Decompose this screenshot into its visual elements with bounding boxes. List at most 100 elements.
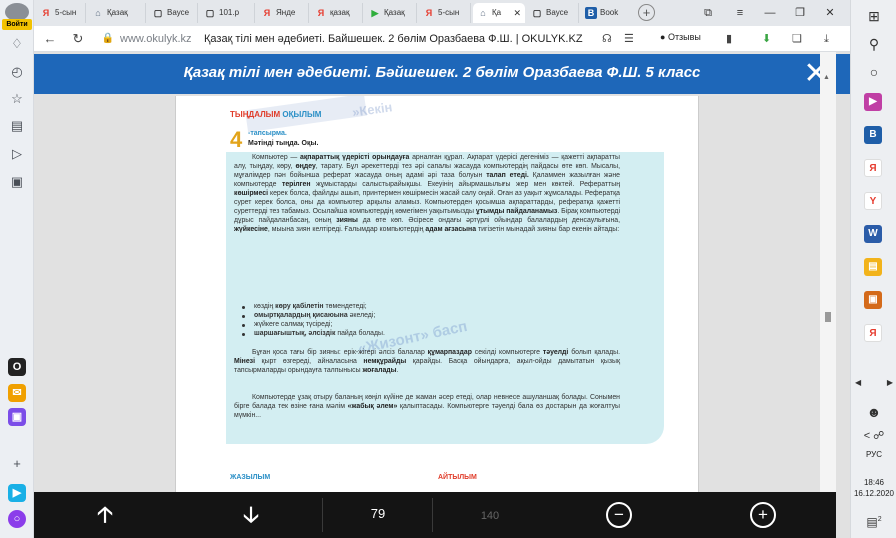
page-scrollbar[interactable]: ▲ bbox=[820, 52, 836, 492]
windows-start-icon[interactable]: ⊞ bbox=[863, 6, 885, 26]
back-icon[interactable]: ← bbox=[42, 31, 58, 47]
twitch-icon[interactable]: ▣ bbox=[8, 408, 26, 426]
url-domain[interactable]: www.okulyk.kz bbox=[120, 33, 192, 45]
page-title[interactable]: Қазақ тілі мен әдебиеті. Байшешек. 2 бөл… bbox=[204, 33, 583, 45]
zoom-out-icon[interactable]: − bbox=[606, 502, 632, 528]
tabs-list-icon[interactable]: ⧉ bbox=[700, 5, 716, 21]
apps-icon[interactable]: ▣ bbox=[8, 173, 26, 191]
language-indicator[interactable]: РУС bbox=[851, 450, 896, 459]
close-window-icon[interactable]: ✕ bbox=[822, 5, 838, 21]
tab-0[interactable]: Я 5-сын bbox=[36, 3, 86, 23]
book-page: ТЫҢДАЛЫМ ОҚЫЛЫМ »Кекін 4 -тапсырма. Мәті… bbox=[175, 96, 699, 538]
viewer-area: Қазақ тілі мен әдебиеті. Бәйшешек. 2 бөл… bbox=[34, 52, 850, 538]
page-icon: ▢ bbox=[153, 8, 163, 18]
media-icon[interactable]: ▶ bbox=[8, 484, 26, 502]
paragraph-1: Компьютер — ақпараттық үдерісті орындауғ… bbox=[234, 154, 621, 233]
cortana-icon[interactable]: ○ bbox=[863, 62, 885, 82]
okulyk-icon: ⌂ bbox=[95, 8, 101, 18]
yandex-browser-icon[interactable]: Я bbox=[864, 159, 882, 177]
collections-icon[interactable]: ❏ bbox=[792, 31, 802, 47]
download-arrow-icon[interactable]: ⬇ bbox=[762, 31, 771, 47]
current-page-input[interactable]: 79 bbox=[364, 506, 392, 521]
tab-3[interactable]: ▢ 101.р bbox=[200, 3, 255, 23]
tab-bar: Я 5-сын ⌂ Қазақ ▢ Ваусе ▢ 101.р Я Янде Яқазақ… bbox=[34, 0, 850, 26]
clock-time[interactable]: 18:46 bbox=[851, 478, 896, 487]
clock-icon[interactable]: ◴ bbox=[8, 63, 26, 81]
next-page-arrow-icon[interactable]: 🡣 bbox=[236, 500, 266, 530]
reading-text-panel: Компьютер — ақпараттық үдерісті орындауғ… bbox=[226, 152, 664, 444]
speech-bubble-icon: ● bbox=[660, 32, 668, 42]
media-player-icon[interactable]: ▶ bbox=[864, 93, 882, 111]
tab-1[interactable]: ⌂ Қазақ bbox=[88, 3, 146, 23]
tray-expand-icon[interactable]: < ☍ bbox=[863, 426, 885, 446]
tab-5[interactable]: Яқазақ bbox=[311, 3, 363, 23]
star-icon[interactable]: ☆ bbox=[8, 90, 26, 108]
writing-section-title: ЖАЗЫЛЫМ bbox=[230, 474, 271, 481]
viewer-title: Қазақ тілі мен әдебиеті. Бәйшешек. 2 бөл… bbox=[183, 64, 701, 81]
notes-icon[interactable]: ▤ bbox=[8, 117, 26, 135]
scroll-up-icon[interactable]: ▲ bbox=[823, 74, 830, 81]
plus-icon[interactable]: + bbox=[8, 455, 26, 473]
tab-4[interactable]: Я Янде bbox=[257, 3, 309, 23]
word-icon[interactable]: W bbox=[864, 225, 882, 243]
browser-b-icon[interactable]: B bbox=[864, 126, 882, 144]
speaking-section-title: АЙТЫЛЫМ bbox=[438, 474, 477, 481]
play-icon: ▶ bbox=[371, 8, 379, 18]
tab-8-active[interactable]: ⌂ Қа ✕ bbox=[473, 3, 525, 23]
clock-date[interactable]: 16.12.2020 bbox=[851, 489, 896, 498]
search-icon[interactable]: ⚲ bbox=[863, 34, 885, 54]
task-number: 4 bbox=[230, 127, 243, 152]
store-icon[interactable]: ▣ bbox=[864, 291, 882, 309]
tab-6[interactable]: ▶ Қазақ bbox=[365, 3, 417, 23]
bullet-item: көздің көру қабілетін төмендетеді; bbox=[234, 303, 534, 312]
login-button[interactable]: Войти bbox=[2, 19, 32, 30]
paragraph-2: Бұған қоса тағы бір зияны: ерік-жігері ә… bbox=[234, 349, 620, 374]
downloads-icon[interactable]: ⤓ bbox=[824, 31, 829, 47]
yandex-icon: Я bbox=[317, 8, 325, 18]
prev-page-arrow-icon[interactable]: 🡡 bbox=[90, 500, 120, 530]
yandex-app-icon[interactable]: Я bbox=[864, 324, 882, 342]
people-icon[interactable]: ☻ bbox=[863, 402, 885, 422]
pagination-bar: 🡡 🡣 79 140 − + bbox=[34, 492, 836, 538]
scroll-thumb[interactable] bbox=[825, 312, 831, 322]
task-instruction: Мәтінді тыңда. Оқы. bbox=[248, 140, 319, 147]
notifications-icon[interactable]: ▤2 bbox=[863, 510, 885, 530]
yandex-icon: Я bbox=[263, 8, 271, 18]
yandex-icon: Я bbox=[42, 8, 50, 18]
total-pages: 140 bbox=[480, 510, 500, 522]
tab-10[interactable]: B Book bbox=[581, 3, 633, 23]
viewer-header: Қазақ тілі мен әдебиеті. Бәйшешек. 2 бөл… bbox=[34, 54, 850, 94]
tab-2[interactable]: ▢ Ваусе bbox=[148, 3, 198, 23]
play-icon[interactable]: ▷ bbox=[8, 145, 26, 163]
page-icon: ▢ bbox=[532, 8, 542, 18]
odnoklassniki-icon[interactable]: O bbox=[8, 358, 26, 376]
bookmark-icon[interactable]: ▮ bbox=[726, 31, 732, 47]
reload-icon[interactable]: ↻ bbox=[70, 31, 86, 47]
new-tab-button[interactable]: + bbox=[638, 4, 655, 21]
browser-sidebar: Войти ♢ ◴ ☆ ▤ ▷ ▣ O ✉ ▣ + ▶ ○ bbox=[0, 0, 34, 538]
bell-icon[interactable]: ♢ bbox=[8, 35, 26, 53]
okulyk-icon: ⌂ bbox=[480, 8, 486, 18]
menu-icon[interactable]: ≡ bbox=[732, 5, 748, 21]
reviews-button[interactable]: ● Отзывы bbox=[660, 32, 701, 42]
restore-icon[interactable]: ❐ bbox=[792, 5, 808, 21]
page-icon: ▢ bbox=[205, 8, 215, 18]
headphones-icon[interactable]: ☊ bbox=[602, 31, 612, 47]
tab-9[interactable]: ▢ Ваусе bbox=[527, 3, 579, 23]
yandex-icon[interactable]: Y bbox=[864, 192, 882, 210]
close-tab-icon[interactable]: ✕ bbox=[513, 3, 521, 23]
yandex-icon: Я bbox=[425, 8, 433, 18]
divider bbox=[322, 498, 323, 532]
mail-icon[interactable]: ✉ bbox=[8, 384, 26, 402]
minimize-icon[interactable]: — bbox=[762, 5, 778, 21]
lock-icon[interactable]: 🔒 bbox=[100, 31, 116, 47]
reader-icon[interactable]: ☰ bbox=[624, 31, 634, 47]
alice-icon[interactable]: ○ bbox=[8, 510, 26, 528]
paragraph-3: Компьютерде ұзақ отыру баланың көңіл күй… bbox=[234, 394, 620, 419]
taskbar-scroll[interactable]: ◀ ▶ bbox=[855, 378, 893, 390]
zoom-in-icon[interactable]: + bbox=[750, 502, 776, 528]
windows-taskbar: ⊞ ⚲ ○ ▶ B Я Y W ▤ ▣ Я ◀ ▶ ☻ < ☍ РУС 18:46… bbox=[850, 0, 896, 538]
folder-icon[interactable]: ▤ bbox=[864, 258, 882, 276]
tab-7[interactable]: Я 5-сын bbox=[419, 3, 471, 23]
book-site-icon: B bbox=[585, 7, 597, 19]
